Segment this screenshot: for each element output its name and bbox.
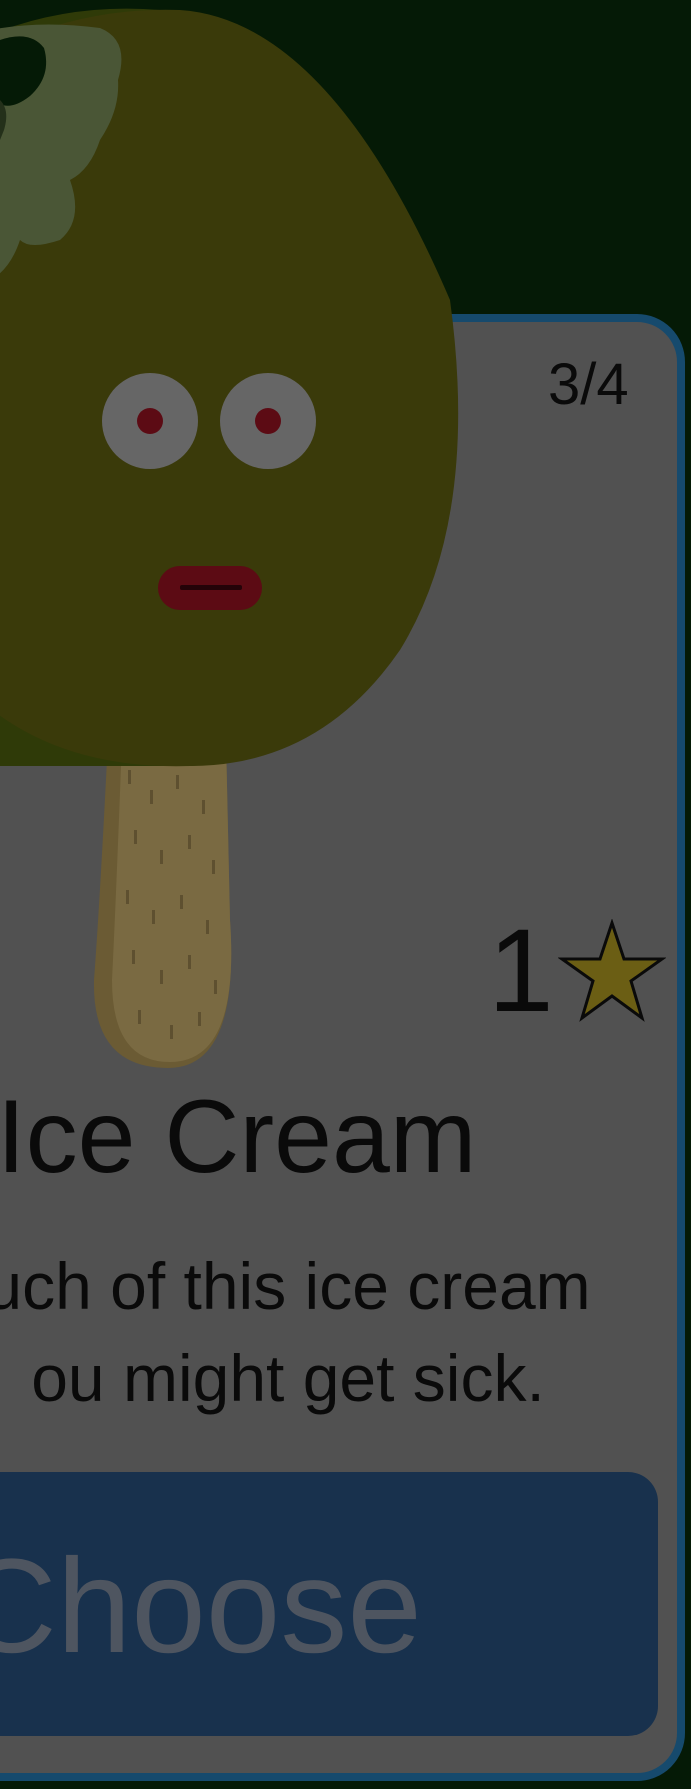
ice-cream-popsicle-character bbox=[0, 8, 459, 1068]
description-line-1: uch of this ice cream bbox=[0, 1249, 591, 1323]
item-description: uch of this ice cream ou might get sick. bbox=[0, 1240, 648, 1424]
description-line-2: ou might get sick. bbox=[31, 1341, 545, 1415]
game-stage: 3/4 1 n Ice Cream uch of this ice cream … bbox=[0, 0, 691, 1789]
eye-right bbox=[220, 373, 316, 469]
choose-button-label[interactable]: Choose bbox=[0, 1540, 422, 1674]
mouth bbox=[158, 566, 262, 610]
popsicle-stick bbox=[93, 740, 232, 1068]
eye-left bbox=[102, 373, 198, 469]
item-title: n Ice Cream bbox=[0, 1079, 477, 1195]
